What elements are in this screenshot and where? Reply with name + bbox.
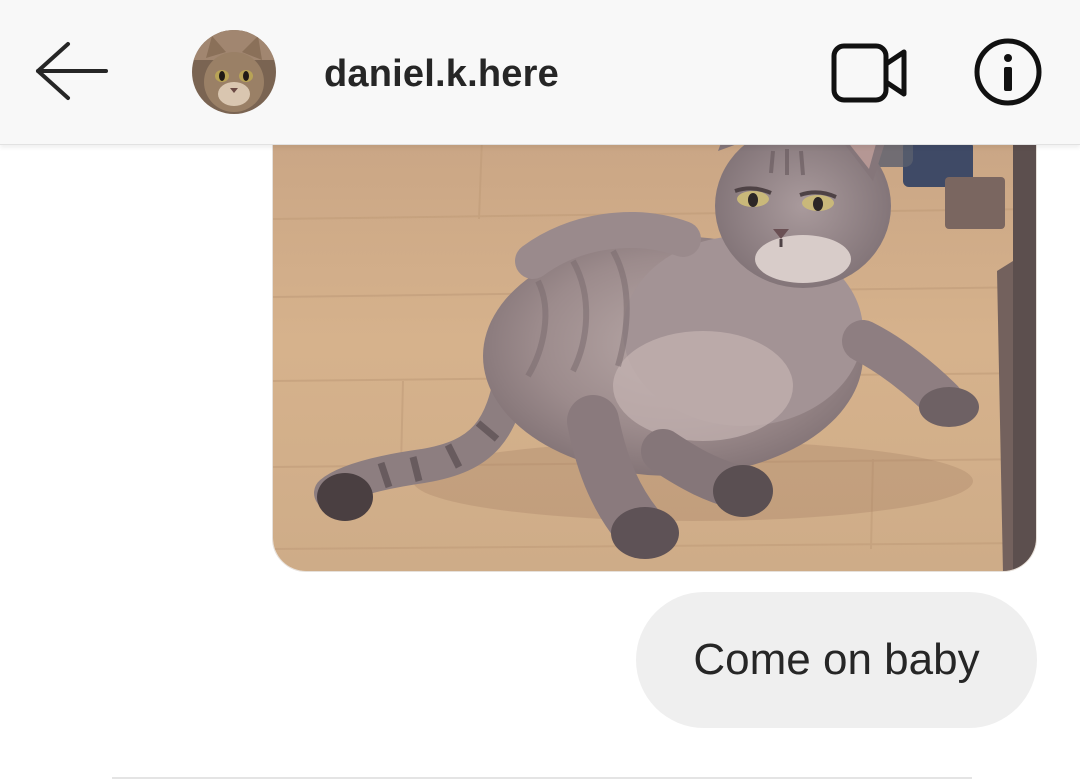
back-button[interactable] xyxy=(26,36,116,106)
cat-avatar-image xyxy=(192,30,276,114)
chat-username[interactable]: daniel.k.here xyxy=(324,52,559,96)
direct-message-screen: daniel.k.here Come on baby xyxy=(0,0,1080,781)
chat-header: daniel.k.here xyxy=(0,0,1080,145)
arrow-left-icon xyxy=(36,42,108,100)
avatar[interactable] xyxy=(192,30,276,114)
photo-message[interactable] xyxy=(272,110,1037,572)
info-icon xyxy=(974,38,1042,106)
composer-divider xyxy=(112,777,972,779)
info-button[interactable] xyxy=(972,36,1044,108)
video-camera-icon xyxy=(831,43,907,103)
cat-photo xyxy=(273,111,1036,571)
message-text: Come on baby xyxy=(693,635,980,684)
sent-message-bubble[interactable]: Come on baby xyxy=(636,592,1037,728)
video-call-button[interactable] xyxy=(830,42,910,104)
